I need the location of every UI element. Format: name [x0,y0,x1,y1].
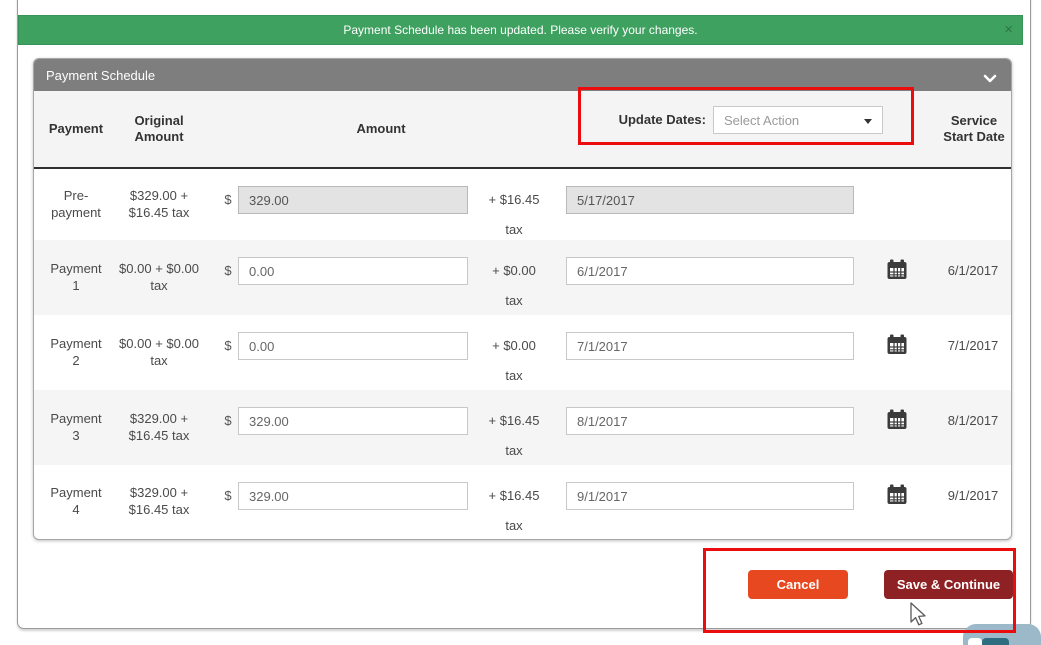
tax-amount: + $0.00 tax [474,332,554,385]
service-start-date: 9/1/2017 [937,482,1009,510]
amount-input[interactable] [238,257,468,285]
original-amount: $0.00 + $0.00 tax [114,315,204,390]
currency-prefix: $ [220,257,236,285]
tax-amount-value: + $0.00 [492,257,536,285]
tax-amount-value: + $16.45 [489,482,540,510]
table-row: Payment 1 $0.00 + $0.00 tax $ + $0.00 ta… [34,240,1011,315]
tax-amount-value: + $0.00 [492,332,536,360]
alert-message: Payment Schedule has been updated. Pleas… [343,23,697,37]
tax-suffix: tax [505,443,522,460]
table-row: Payment 2 $0.00 + $0.00 tax $ + $0.00 ta… [34,315,1011,390]
original-amount: $0.00 + $0.00 tax [114,240,204,315]
payment-label: Payment 4 [46,465,106,539]
payment-label: Payment 2 [46,315,106,390]
chat-widget-detail [982,638,1009,645]
payment-label: Payment 3 [46,390,106,465]
date-input[interactable] [566,332,854,360]
column-header-payment: Payment [41,91,111,167]
payment-schedule-panel: Payment Schedule Payment Original Amount… [33,58,1012,540]
tax-suffix: tax [505,222,522,239]
tax-amount: + $0.00 tax [474,257,554,310]
update-dates-select[interactable]: Select Action [713,106,883,134]
currency-prefix: $ [220,407,236,435]
tax-amount: + $16.45 tax [474,482,554,535]
payment-label: Payment 1 [46,240,106,315]
table-header-row: Payment Original Amount Amount Update Da… [34,91,1011,169]
amount-input[interactable] [238,407,468,435]
tax-suffix: tax [505,518,522,535]
amount-input[interactable] [238,332,468,360]
update-dates-label: Update Dates: [574,106,706,134]
original-amount: $329.00 + $16.45 tax [114,465,204,539]
date-input [566,186,854,214]
update-dates-selected-value: Select Action [724,113,799,128]
original-amount: $329.00 + $16.45 tax [114,169,204,240]
payment-label: Pre-payment [46,169,106,240]
tax-amount: + $16.45 tax [474,186,554,239]
calendar-icon[interactable] [885,334,909,358]
service-start-date: 8/1/2017 [937,407,1009,435]
currency-prefix: $ [220,186,236,214]
table-row: Payment 3 $329.00 + $16.45 tax $ + $16.4… [34,390,1011,465]
currency-prefix: $ [220,332,236,360]
save-continue-button[interactable]: Save & Continue [884,570,1013,599]
service-start-date: 7/1/2017 [937,332,1009,360]
column-header-service-start-date: Service Start Date [941,91,1007,167]
amount-input[interactable] [238,482,468,510]
chat-widget-detail [968,638,982,645]
calendar-icon[interactable] [885,409,909,433]
date-input[interactable] [566,257,854,285]
original-amount: $329.00 + $16.45 tax [114,390,204,465]
amount-input [238,186,468,214]
tax-amount: + $16.45 tax [474,407,554,460]
alert-banner: Payment Schedule has been updated. Pleas… [18,15,1023,45]
alert-close-icon[interactable]: × [1004,22,1013,38]
panel-title: Payment Schedule [46,68,155,83]
tax-amount-value: + $16.45 [489,186,540,214]
table-row: Payment 4 $329.00 + $16.45 tax $ + $16.4… [34,465,1011,539]
select-caret-icon [864,119,872,124]
tax-suffix: tax [505,293,522,310]
tax-amount-value: + $16.45 [489,407,540,435]
cancel-button[interactable]: Cancel [748,570,848,599]
date-input[interactable] [566,482,854,510]
currency-prefix: $ [220,482,236,510]
calendar-icon[interactable] [885,484,909,508]
date-input[interactable] [566,407,854,435]
chat-widget[interactable] [963,624,1041,645]
panel-header[interactable]: Payment Schedule [34,59,1011,91]
column-header-amount: Amount [331,91,431,167]
payment-schedule-page: Payment Schedule has been updated. Pleas… [0,0,1041,645]
chevron-down-icon[interactable] [983,71,997,86]
service-start-date: 6/1/2017 [937,257,1009,285]
table-row: Pre-payment $329.00 + $16.45 tax $ + $16… [34,169,1011,240]
calendar-icon[interactable] [885,259,909,283]
tax-suffix: tax [505,368,522,385]
column-header-original-amount: Original Amount [112,91,206,167]
